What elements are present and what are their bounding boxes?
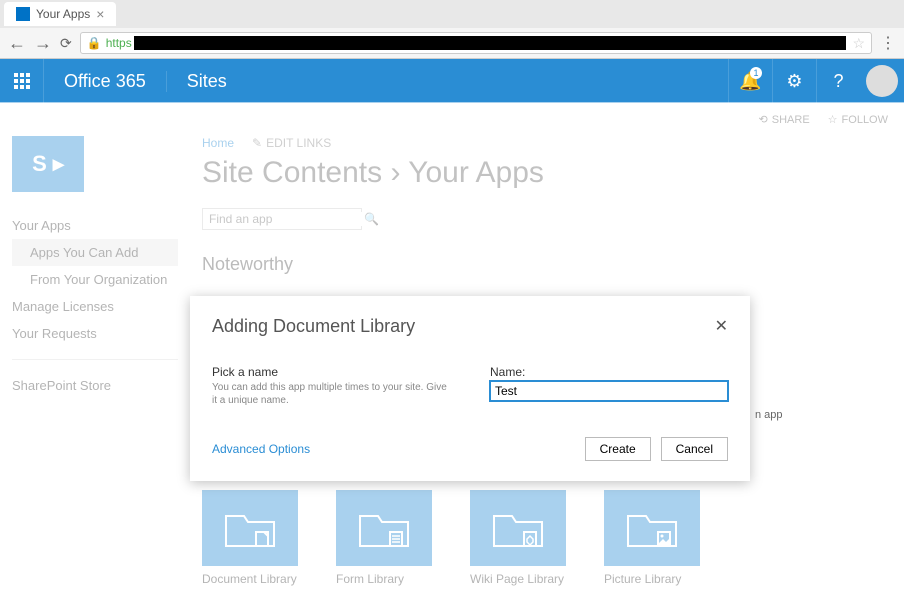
sharepoint-icon <box>16 7 30 21</box>
create-button[interactable]: Create <box>585 437 651 461</box>
bookmark-icon[interactable]: ☆ <box>852 35 865 52</box>
dialog-title: Adding Document Library <box>212 316 415 337</box>
waffle-icon <box>14 73 30 89</box>
site-label[interactable]: Sites <box>166 71 247 92</box>
cancel-button[interactable]: Cancel <box>661 437 728 461</box>
add-library-dialog: Adding Document Library ✕ Pick a name Yo… <box>190 296 750 481</box>
browser-chrome: Your Apps × ← → ⟳ 🔒 https ☆ ⋮ <box>0 0 904 59</box>
back-button[interactable]: ← <box>8 33 26 54</box>
reload-button[interactable]: ⟳ <box>60 35 72 52</box>
lock-icon: 🔒 <box>87 36 102 50</box>
url-redacted <box>134 36 847 50</box>
app-launcher-button[interactable] <box>0 59 44 103</box>
advanced-options-link[interactable]: Advanced Options <box>212 442 310 456</box>
brand-label[interactable]: Office 365 <box>44 71 166 92</box>
notification-badge: 1 <box>750 67 762 79</box>
notifications-button[interactable]: 🔔1 <box>728 59 772 103</box>
browser-menu-icon[interactable]: ⋮ <box>880 33 896 53</box>
name-label: Name: <box>490 365 728 379</box>
dialog-close-button[interactable]: ✕ <box>715 316 728 336</box>
close-icon[interactable]: × <box>96 6 104 22</box>
settings-button[interactable]: ⚙ <box>772 59 816 103</box>
help-button[interactable]: ? <box>816 59 860 103</box>
forward-button[interactable]: → <box>34 33 52 54</box>
name-input[interactable] <box>490 381 728 401</box>
pick-name-help: You can add this app multiple times to y… <box>212 381 450 407</box>
avatar[interactable] <box>866 65 898 97</box>
url-bar[interactable]: 🔒 https ☆ <box>80 32 872 54</box>
nav-bar: ← → ⟳ 🔒 https ☆ ⋮ <box>0 28 904 58</box>
browser-tab[interactable]: Your Apps × <box>4 2 116 26</box>
peek-text: n app <box>755 409 783 421</box>
tab-bar: Your Apps × <box>0 0 904 28</box>
tab-title: Your Apps <box>36 7 90 21</box>
url-scheme: https <box>106 36 132 50</box>
pick-name-label: Pick a name <box>212 365 450 379</box>
suite-bar: Office 365 Sites 🔔1 ⚙ ? <box>0 59 904 103</box>
